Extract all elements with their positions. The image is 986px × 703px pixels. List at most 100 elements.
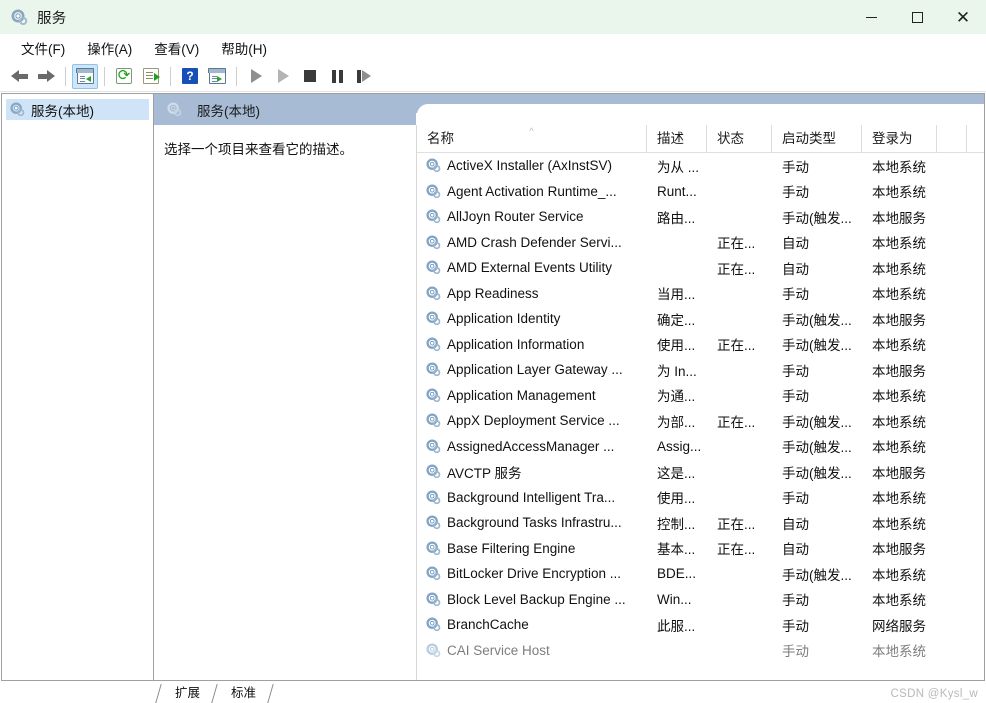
table-row[interactable]: Background Intelligent Tra... 使用... 手动 本地系统 <box>417 485 984 511</box>
column-header-status[interactable]: 状态 <box>707 124 772 153</box>
table-row[interactable]: AVCTP 服务 这是... 手动(触发... 本地服务 <box>417 459 984 485</box>
table-row[interactable]: ActiveX Installer (AxInstSV) 为从 ... 手动 本地系统 <box>417 153 984 179</box>
toolbar-separator-4 <box>236 66 237 86</box>
minimize-icon <box>865 16 877 18</box>
tab-extended[interactable]: 扩展 <box>166 684 209 703</box>
column-header-log-on-as[interactable]: 登录为 <box>862 124 937 153</box>
pause-service-icon[interactable] <box>324 64 350 89</box>
cell-startup-type: 手动 <box>782 185 809 201</box>
close-button[interactable]: ✕ <box>940 0 986 34</box>
cell-service-name: Application Identity <box>417 311 647 326</box>
toolbar: ? <box>0 61 986 92</box>
service-name-label: Background Intelligent Tra... <box>447 489 616 505</box>
table-row[interactable]: Application Information 使用... 正在... 手动(触发..… <box>417 332 984 358</box>
refresh-icon[interactable] <box>111 64 137 89</box>
table-row[interactable]: BitLocker Drive Encryption ... BDE... 手动(触… <box>417 561 984 587</box>
column-header-name[interactable]: 名称 ^ <box>417 124 647 153</box>
service-gear-icon <box>426 311 441 326</box>
forward-arrow-icon[interactable] <box>33 64 59 89</box>
cell-status: 正在... <box>717 542 756 558</box>
pane-header-title: 服务(本地) <box>197 103 260 119</box>
menu-help[interactable]: 帮助(H) <box>210 35 278 61</box>
back-arrow-icon[interactable] <box>6 64 32 89</box>
cell-service-name: Application Layer Gateway ... <box>417 362 647 377</box>
cell-service-name: AssignedAccessManager ... <box>417 439 647 454</box>
cell-log-on-as: 本地系统 <box>872 287 926 303</box>
minimize-button[interactable] <box>848 0 894 34</box>
cell-log-on-as: 本地系统 <box>872 185 926 201</box>
cell-log-on-as: 本地系统 <box>872 567 926 583</box>
cell-description: 为部... <box>657 414 696 430</box>
services-gear-icon <box>11 9 28 26</box>
table-row[interactable]: Application Identity 确定... 手动(触发... 本地服务 <box>417 306 984 332</box>
cell-service-name: Application Management <box>417 388 647 403</box>
column-header-description[interactable]: 描述 <box>647 124 707 153</box>
cell-service-name: AppX Deployment Service ... <box>417 413 647 428</box>
restart-service-icon[interactable] <box>351 64 377 89</box>
cell-startup-type: 手动 <box>782 287 809 303</box>
cell-startup-type: 手动 <box>782 159 809 175</box>
export-list-icon[interactable] <box>138 64 164 89</box>
table-row[interactable]: Agent Activation Runtime_... Runt... 手动 本地系… <box>417 179 984 205</box>
help-icon[interactable]: ? <box>177 64 203 89</box>
resume-service-icon[interactable] <box>270 64 296 89</box>
service-gear-icon <box>426 490 441 505</box>
table-row[interactable]: Background Tasks Infrastru... 控制... 正在... 自… <box>417 510 984 536</box>
cell-description: Assig... <box>657 438 702 454</box>
table-row[interactable]: AMD External Events Utility 正在... 自动 本地系统 <box>417 255 984 281</box>
services-list-pane: 名称 ^ 描述 状态 启动类型 登录为 ActiveX Installer (A… <box>417 124 984 680</box>
table-row[interactable]: AllJoyn Router Service 路由... 手动(触发... 本地服务 <box>417 204 984 230</box>
table-row[interactable]: AppX Deployment Service ... 为部... 正在... 手动(… <box>417 408 984 434</box>
cell-status: 正在... <box>717 236 756 252</box>
cell-description: 使用... <box>657 338 696 354</box>
start-service-icon[interactable] <box>243 64 269 89</box>
cell-service-name: BranchCache <box>417 617 647 632</box>
cell-startup-type: 自动 <box>782 261 809 277</box>
table-row[interactable]: Application Management 为通... 手动 本地系统 <box>417 383 984 409</box>
cell-log-on-as: 本地系统 <box>872 440 926 456</box>
cell-service-name: Background Tasks Infrastru... <box>417 515 647 530</box>
sidebar-item-services-local[interactable]: 服务(本地) <box>6 99 149 120</box>
tab-standard[interactable]: 标准 <box>222 684 265 703</box>
table-column-headers: 名称 ^ 描述 状态 启动类型 登录为 <box>417 124 984 153</box>
column-header-spare[interactable] <box>937 124 967 153</box>
cell-status: 正在... <box>717 516 756 532</box>
column-header-startup-type[interactable]: 启动类型 <box>772 124 862 153</box>
service-name-label: ActiveX Installer (AxInstSV) <box>447 158 613 174</box>
show-action-pane-icon[interactable] <box>204 64 230 89</box>
service-name-label: Application Information <box>447 336 585 352</box>
maximize-button[interactable] <box>894 0 940 34</box>
pane-header-notch <box>416 104 984 125</box>
table-row[interactable]: BranchCache 此服... 手动 网络服务 <box>417 612 984 638</box>
cell-startup-type: 自动 <box>782 236 809 252</box>
cell-status: 正在... <box>717 414 756 430</box>
menu-action[interactable]: 操作(A) <box>76 35 143 61</box>
menu-view[interactable]: 查看(V) <box>143 35 210 61</box>
cell-startup-type: 自动 <box>782 542 809 558</box>
table-row[interactable]: Application Layer Gateway ... 为 In... 手动 本地… <box>417 357 984 383</box>
cell-description: 为通... <box>657 389 696 405</box>
table-row[interactable]: Block Level Backup Engine ... Win... 手动 本地系… <box>417 587 984 613</box>
cell-service-name: AllJoyn Router Service <box>417 209 647 224</box>
table-row[interactable]: Base Filtering Engine 基本... 正在... 自动 本地服务 <box>417 536 984 562</box>
stop-service-icon[interactable] <box>297 64 323 89</box>
cell-description: 此服... <box>657 618 696 634</box>
show-hide-console-tree-icon[interactable] <box>72 63 98 89</box>
table-row[interactable]: CAI Service Host 手动 本地系统 <box>417 638 984 664</box>
table-row[interactable]: App Readiness 当用... 手动 本地系统 <box>417 281 984 307</box>
cell-service-name: Application Information <box>417 337 647 352</box>
service-gear-icon <box>426 362 441 377</box>
toolbar-separator-3 <box>170 66 171 86</box>
cell-log-on-as: 本地系统 <box>872 261 926 277</box>
cell-description: 为 In... <box>657 363 697 379</box>
table-row[interactable]: AssignedAccessManager ... Assig... 手动(触发..… <box>417 434 984 460</box>
cell-startup-type: 手动(触发... <box>782 414 852 430</box>
services-gear-icon <box>10 102 25 117</box>
tab-divider-mid <box>209 684 222 703</box>
cell-log-on-as: 网络服务 <box>872 618 926 634</box>
service-name-label: CAI Service Host <box>447 642 550 658</box>
menu-file[interactable]: 文件(F) <box>10 35 76 61</box>
cell-log-on-as: 本地服务 <box>872 363 926 379</box>
table-row[interactable]: AMD Crash Defender Servi... 正在... 自动 本地系统 <box>417 230 984 256</box>
cell-log-on-as: 本地系统 <box>872 236 926 252</box>
